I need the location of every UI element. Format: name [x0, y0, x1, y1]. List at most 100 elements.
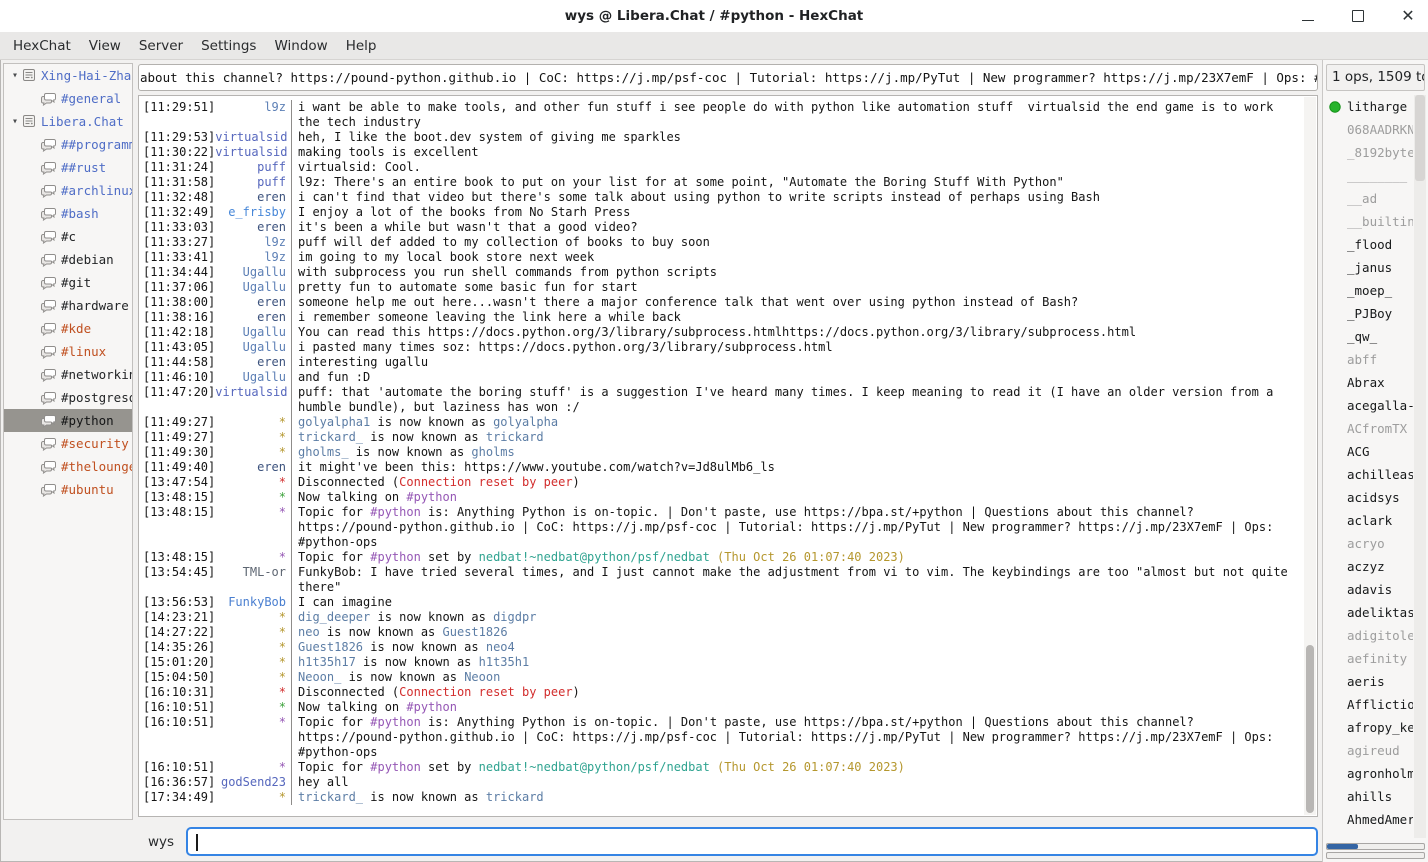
user-list-item[interactable]: 068AADRKN — [1323, 118, 1413, 141]
expander-icon[interactable]: ▾ — [8, 116, 22, 127]
menu-item-view[interactable]: View — [80, 34, 130, 58]
message-input[interactable] — [186, 827, 1318, 856]
chat-line: [11:43:05]Ugallui pasted many times soz:… — [139, 340, 1317, 355]
chat-message: I can imagine — [291, 595, 1317, 610]
user-list-item[interactable]: adavis — [1323, 578, 1413, 601]
user-list-item[interactable]: __builtin — [1323, 210, 1413, 233]
user-list-item[interactable]: aefinity — [1323, 647, 1413, 670]
menu-item-hexchat[interactable]: HexChat — [4, 34, 80, 58]
user-list-item[interactable]: litharge — [1323, 95, 1413, 118]
user-list-item[interactable]: adeliktas — [1323, 601, 1413, 624]
user-list-item[interactable]: ________ — [1323, 164, 1413, 187]
user-list-item[interactable]: aclark — [1323, 509, 1413, 532]
tree-channel-ubuntu[interactable]: #ubuntu — [4, 478, 132, 501]
expander-icon[interactable]: ▾ — [8, 70, 22, 81]
chat-message-rename-segment: trickard — [486, 790, 544, 804]
tree-channel-hardware[interactable]: #hardware — [4, 294, 132, 317]
user-list-item[interactable]: _qw_ — [1323, 325, 1413, 348]
user-list-item[interactable]: __ad — [1323, 187, 1413, 210]
tree-channel-networking[interactable]: #networking — [4, 363, 132, 386]
maximize-button[interactable] — [1346, 4, 1370, 28]
tree-channel-label: #c — [61, 229, 76, 244]
tree-channel-git[interactable]: #git — [4, 271, 132, 294]
chat-scrollbar[interactable] — [1304, 97, 1316, 815]
user-nick: agronholm — [1347, 766, 1413, 781]
user-list-item[interactable]: Afflictio — [1323, 693, 1413, 716]
chat-message: with subprocess you run shell commands f… — [291, 265, 1317, 280]
menu-item-settings[interactable]: Settings — [192, 34, 265, 58]
tree-network-xing-hai-zhan[interactable]: ▾Xing-Hai-Zhan — [4, 64, 132, 87]
user-list-item[interactable]: adigitole — [1323, 624, 1413, 647]
user-list-item[interactable]: _janus — [1323, 256, 1413, 279]
tree-network-libera.chat[interactable]: ▾Libera.Chat — [4, 110, 132, 133]
tree-channel-programming[interactable]: ##programming — [4, 133, 132, 156]
tree-channel-security[interactable]: #security — [4, 432, 132, 455]
chat-nick: * — [279, 625, 286, 640]
user-list-item[interactable]: ACG — [1323, 440, 1413, 463]
chat-nick: * — [279, 685, 286, 700]
chat-message: pretty fun to automate some basic fun fo… — [291, 280, 1317, 295]
userlist-scrollbar[interactable] — [1414, 95, 1426, 838]
user-list-item[interactable]: abff — [1323, 348, 1413, 371]
chat-scrollbar-thumb[interactable] — [1306, 645, 1314, 813]
user-list-item[interactable]: aeris — [1323, 670, 1413, 693]
user-list-item[interactable]: acidsys — [1323, 486, 1413, 509]
chat-line: [11:47:20]virtualsidpuff: that 'automate… — [139, 385, 1317, 415]
chat-message-text: interesting ugallu — [298, 355, 428, 369]
chat-message: golyalpha1 is now known as golyalpha — [291, 415, 1317, 430]
user-list-item[interactable]: _moep_ — [1323, 279, 1413, 302]
chat-nick: Ugallu — [243, 340, 286, 355]
chat-message: im going to my local book store next wee… — [291, 250, 1317, 265]
chat-timestamp: [14:35:26] — [143, 640, 215, 655]
tree-channel-c[interactable]: #c — [4, 225, 132, 248]
tree-channel-linux[interactable]: #linux — [4, 340, 132, 363]
tree-channel-kde[interactable]: #kde — [4, 317, 132, 340]
chat-line: [14:35:26]*Guest1826 is now known as neo… — [139, 640, 1317, 655]
user-list-item[interactable]: acryo — [1323, 532, 1413, 555]
user-list-item[interactable]: afropy_ke — [1323, 716, 1413, 739]
menu-item-server[interactable]: Server — [130, 34, 192, 58]
minimize-button[interactable] — [1296, 4, 1320, 28]
userlist-scrollbar-thumb[interactable] — [1415, 95, 1425, 181]
user-list-item[interactable]: aczyz — [1323, 555, 1413, 578]
close-button[interactable]: ✕ — [1396, 4, 1420, 28]
topic-bar[interactable]: about this channel? https://pound-python… — [138, 64, 1318, 91]
tree-channel-rust[interactable]: ##rust — [4, 156, 132, 179]
chat-message-date-segment: Thu Oct 26 01:07:40 2023 — [724, 550, 897, 564]
user-list-item[interactable]: acegalla- — [1323, 394, 1413, 417]
menu-item-help[interactable]: Help — [337, 34, 386, 58]
chat-message-rename-segment: trickard_ — [298, 790, 363, 804]
user-list-item[interactable]: _8192byte — [1323, 141, 1413, 164]
channel-icon — [40, 368, 57, 382]
chat-message-rename-segment: neo4 — [486, 640, 515, 654]
user-list-item[interactable]: Abrax — [1323, 371, 1413, 394]
user-list-item[interactable]: agireud — [1323, 739, 1413, 762]
tree-channel-postgresql[interactable]: #postgresql — [4, 386, 132, 409]
chat-message-text: is now known as — [363, 430, 486, 444]
tree-channel-general[interactable]: #general — [4, 87, 132, 110]
own-nick-label[interactable]: wys — [148, 834, 174, 850]
tree-channel-python[interactable]: #python — [4, 409, 132, 432]
chat-message: You can read this https://docs.python.or… — [291, 325, 1317, 340]
channel-icon — [40, 207, 57, 221]
user-list-item[interactable]: ACfromTX — [1323, 417, 1413, 440]
tree-channel-bash[interactable]: #bash — [4, 202, 132, 225]
tree-channel-thelounge[interactable]: #thelounge — [4, 455, 132, 478]
menu-item-window[interactable]: Window — [265, 34, 336, 58]
user-list-item[interactable]: _flood — [1323, 233, 1413, 256]
chat-message-text: virtualsid: Cool. — [298, 160, 421, 174]
user-list-item[interactable]: achilleas — [1323, 463, 1413, 486]
chat-message-text: is now known as — [356, 655, 479, 669]
chat-timestamp: [11:31:24] — [143, 160, 215, 175]
chat-nick: * — [279, 415, 286, 430]
user-list-item[interactable]: _PJBoy — [1323, 302, 1413, 325]
user-list-item[interactable]: agronholm — [1323, 762, 1413, 785]
tree-channel-debian[interactable]: #debian — [4, 248, 132, 271]
chat-message: h1t35h17 is now known as h1t35h1 — [291, 655, 1317, 670]
chat-line: [11:34:44]Ugalluwith subprocess you run … — [139, 265, 1317, 280]
chat-message-rename-segment: h1t35h1 — [479, 655, 530, 669]
tree-channel-archlinux[interactable]: #archlinux — [4, 179, 132, 202]
user-list-item[interactable]: AhmedAmer — [1323, 808, 1413, 831]
user-list-item[interactable]: ahills — [1323, 785, 1413, 808]
tree-channel-label: #general — [61, 91, 121, 106]
